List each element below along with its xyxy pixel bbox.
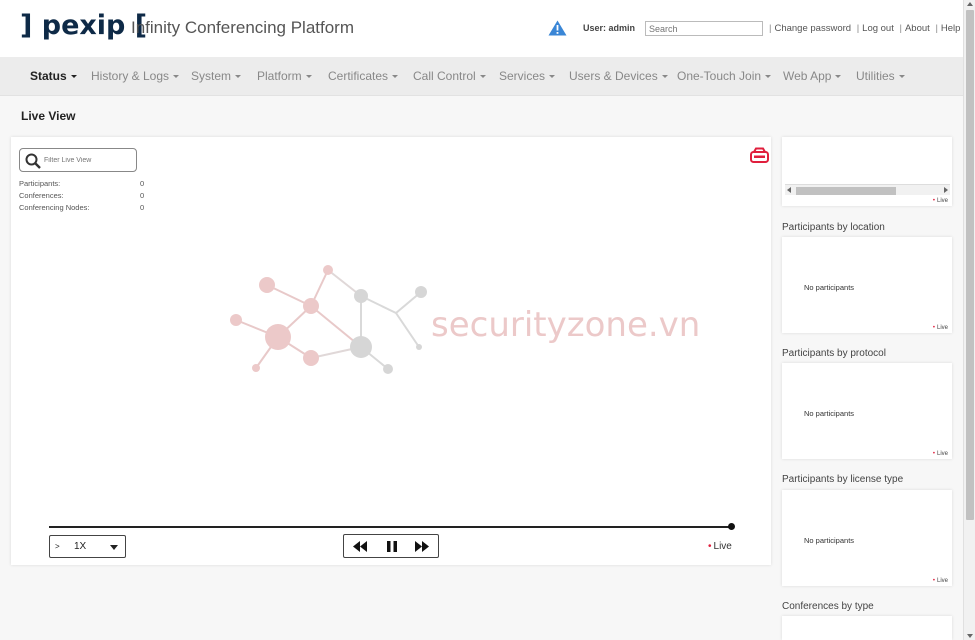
- caret-down-icon: [765, 75, 772, 79]
- participants-by-location-card: No participants • Live: [782, 237, 952, 333]
- playback-controls: [343, 534, 439, 558]
- app-title: Infinity Conferencing Platform: [131, 18, 354, 37]
- nav-services[interactable]: Services: [499, 69, 556, 83]
- change-password-link[interactable]: Change password: [774, 23, 851, 34]
- stat-conferencing-nodes: Conferencing Nodes: 0: [19, 203, 145, 212]
- warning-triangle-icon[interactable]: [548, 20, 567, 36]
- playback-speed-select[interactable]: > 1X: [49, 535, 126, 558]
- participants-by-protocol-card: No participants • Live: [782, 363, 952, 459]
- live-indicator: • Live: [932, 578, 948, 584]
- filter-live-view[interactable]: [19, 148, 137, 172]
- scroll-right-icon[interactable]: [944, 187, 948, 193]
- caret-down-icon: [305, 75, 312, 79]
- nav-status[interactable]: Status: [30, 69, 77, 83]
- caret-down-icon: [235, 75, 242, 79]
- empty-message: No participants: [804, 536, 855, 545]
- top-side-card: • Live: [782, 137, 952, 206]
- search-input[interactable]: [645, 21, 763, 36]
- nav-users-devices[interactable]: Users & Devices: [569, 69, 668, 83]
- watermark: securityzone.vn: [230, 265, 700, 374]
- caret-down-icon: [898, 75, 905, 79]
- pexip-logo[interactable]: ] pexip [: [20, 10, 147, 41]
- caret-down-icon: [173, 75, 180, 79]
- conferences-by-type-title: Conferences by type: [782, 601, 874, 612]
- timeline-handle[interactable]: [728, 523, 735, 530]
- participants-by-license-type-title: Participants by license type: [782, 474, 904, 485]
- stat-conferences: Conferences: 0: [19, 191, 145, 200]
- live-dot-icon: •: [708, 541, 712, 552]
- participants-by-protocol-title: Participants by protocol: [782, 348, 886, 359]
- caret-down-icon: [392, 75, 399, 79]
- help-link[interactable]: Help: [941, 23, 961, 34]
- about-link[interactable]: About: [905, 23, 930, 34]
- nav-platform[interactable]: Platform: [257, 69, 312, 83]
- live-indicator: • Live: [932, 451, 948, 457]
- nav-call-control[interactable]: Call Control: [413, 69, 486, 83]
- scroll-thumb[interactable]: [966, 10, 974, 520]
- filter-live-view-input[interactable]: [44, 154, 132, 167]
- scroll-down-icon[interactable]: [967, 634, 973, 638]
- horizontal-scrollbar[interactable]: [785, 184, 950, 195]
- nav-history-logs[interactable]: History & Logs: [91, 69, 180, 83]
- nav-system[interactable]: System: [191, 69, 242, 83]
- nav-one-touch-join[interactable]: One-Touch Join: [677, 69, 772, 83]
- search-icon: [25, 153, 41, 169]
- stat-participants: Participants: 0: [19, 179, 145, 188]
- caret-down-icon: [661, 75, 668, 79]
- caret-down-icon: [835, 75, 842, 79]
- live-indicator[interactable]: • Live: [708, 541, 732, 552]
- scroll-thumb[interactable]: [796, 187, 896, 195]
- caret-down-icon: [549, 75, 556, 79]
- nav-web-app[interactable]: Web App: [783, 69, 842, 83]
- timeline-track[interactable]: [49, 526, 733, 528]
- log-out-link[interactable]: Log out: [862, 23, 894, 34]
- page-scrollbar[interactable]: [963, 0, 975, 640]
- empty-message: No participants: [804, 283, 855, 292]
- pause-icon[interactable]: [384, 540, 400, 553]
- top-links: | Change password | Log out | About | Help: [769, 23, 961, 34]
- nav-certificates[interactable]: Certificates: [328, 69, 399, 83]
- header: ] pexip [ Infinity Conferencing Platform…: [0, 0, 963, 57]
- scroll-up-icon[interactable]: [967, 2, 973, 6]
- main-nav: Status History & Logs System Platform Ce…: [0, 57, 963, 96]
- caret-down-icon: [70, 75, 77, 79]
- participants-by-location-title: Participants by location: [782, 222, 885, 233]
- empty-message: No participants: [804, 409, 855, 418]
- caret-down-icon: [479, 75, 486, 79]
- user-label: User: admin: [583, 23, 636, 33]
- nav-utilities[interactable]: Utilities: [856, 69, 905, 83]
- rewind-icon[interactable]: [352, 540, 368, 553]
- dropdown-arrow-icon: [110, 545, 118, 550]
- fast-forward-icon[interactable]: [414, 540, 430, 553]
- live-indicator: • Live: [932, 198, 948, 204]
- participants-by-license-type-card: No participants • Live: [782, 490, 952, 586]
- live-view-panel[interactable]: Participants:0 Conferences:0 Conferencin…: [11, 137, 771, 565]
- scroll-left-icon[interactable]: [787, 187, 791, 193]
- conferences-by-type-card: [782, 616, 952, 640]
- disconnected-alert-icon[interactable]: [750, 147, 769, 163]
- watermark-text: securityzone.vn: [431, 305, 700, 345]
- live-indicator: • Live: [932, 325, 948, 331]
- page-title: Live View: [21, 109, 76, 123]
